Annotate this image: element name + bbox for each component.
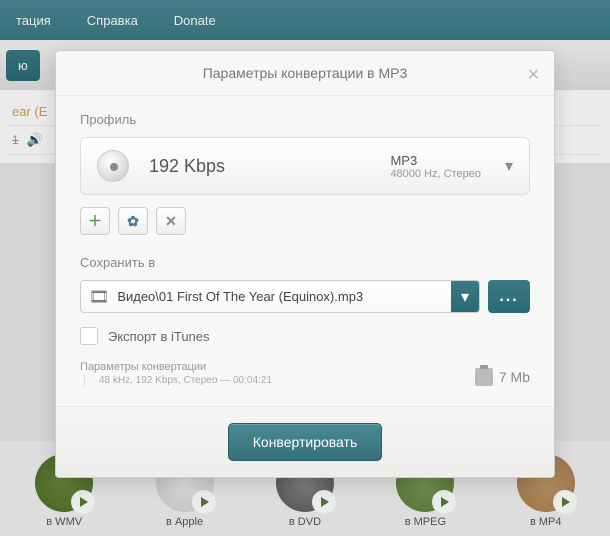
dialog-title: Параметры конвертации в MP3 xyxy=(203,65,408,81)
add-profile-button[interactable]: ＋ xyxy=(80,207,110,235)
close-icon[interactable]: ✕ xyxy=(527,65,540,85)
params-details: 48 kHz, 192 Kbps, Стерео — 00:04:21 xyxy=(84,375,272,386)
export-itunes-checkbox[interactable] xyxy=(80,327,98,345)
save-path-input[interactable] xyxy=(117,281,451,312)
dialog-header: Параметры конвертации в MP3 ✕ xyxy=(56,51,554,96)
settings-button[interactable]: ✿ xyxy=(118,207,148,235)
profile-bitrate: 192 Kbps xyxy=(149,156,390,177)
save-path-field: 🎞 ▾ xyxy=(80,280,480,313)
browse-button[interactable]: ... xyxy=(488,280,530,313)
profile-selector[interactable]: 192 Kbps MP3 48000 Hz, Стерео ▾ xyxy=(80,137,530,195)
film-icon: 🎞 xyxy=(81,287,117,307)
profile-label: Профиль xyxy=(80,112,530,127)
params-title: Параметры конвертации xyxy=(80,361,272,373)
convert-button[interactable]: Конвертировать xyxy=(228,423,383,461)
speaker-icon xyxy=(97,150,129,182)
export-itunes-label: Экспорт в iTunes xyxy=(108,329,210,344)
filesize-icon xyxy=(475,368,493,386)
save-dropdown-button[interactable]: ▾ xyxy=(451,281,479,312)
conversion-dialog: Параметры конвертации в MP3 ✕ Профиль 19… xyxy=(55,50,555,478)
save-label: Сохранить в xyxy=(80,255,530,270)
chevron-down-icon: ▾ xyxy=(505,156,513,176)
output-size: 7 Mb xyxy=(475,368,530,386)
profile-detail: 48000 Hz, Стерео xyxy=(390,168,481,180)
profile-format: MP3 xyxy=(390,153,481,168)
delete-profile-button[interactable]: ✕ xyxy=(156,207,186,235)
